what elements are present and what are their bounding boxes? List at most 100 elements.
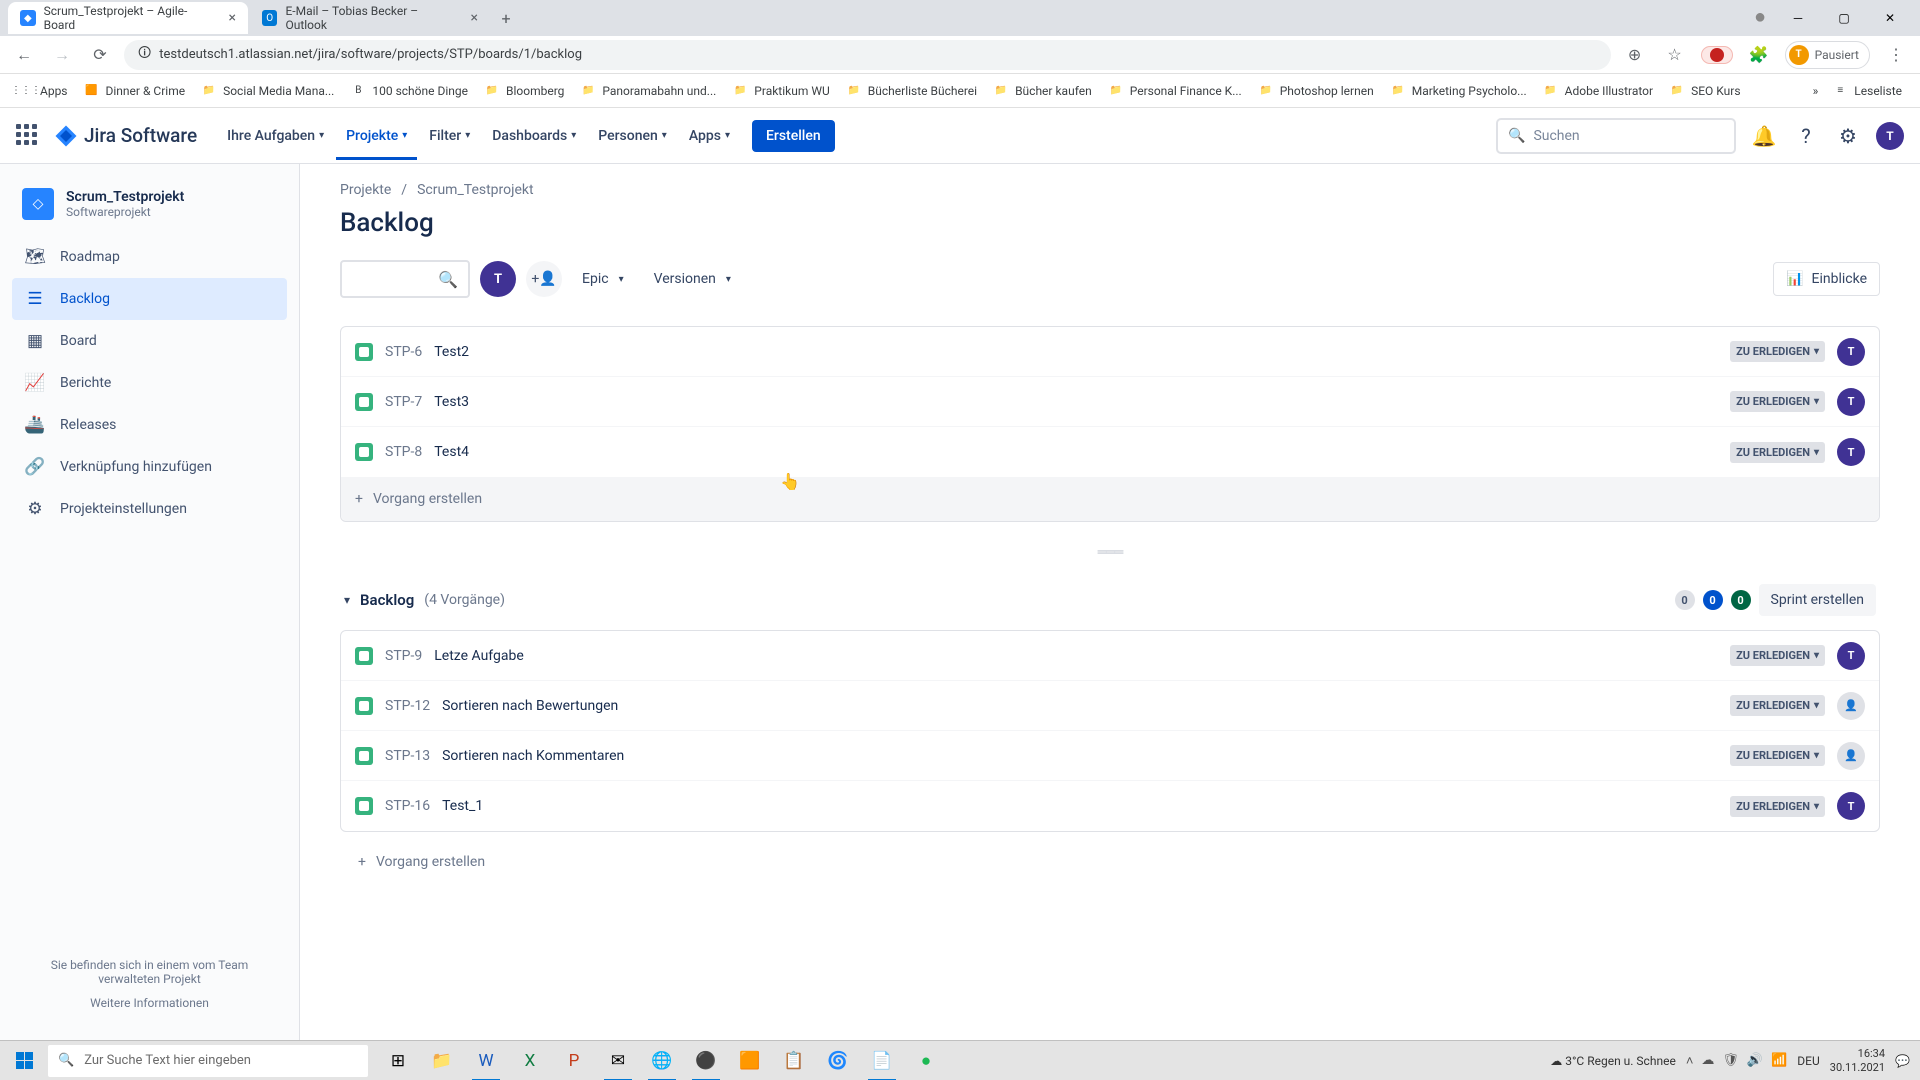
issue-row[interactable]: STP-12 Sortieren nach Bewertungen ZU ERL… — [341, 681, 1879, 731]
status-badge[interactable]: ZU ERLEDIGEN ▾ — [1730, 442, 1825, 463]
bookmark-item[interactable]: 📁Bücher kaufen — [985, 79, 1100, 103]
word-icon[interactable]: W — [464, 1041, 508, 1080]
unassigned-avatar[interactable]: 👤 — [1837, 742, 1865, 770]
create-button[interactable]: Erstellen — [752, 120, 835, 152]
assignee-avatar[interactable]: T — [1837, 642, 1865, 670]
assignee-avatar[interactable]: T — [1837, 438, 1865, 466]
unassigned-avatar[interactable]: 👤 — [1837, 692, 1865, 720]
breadcrumb-item[interactable]: Projekte — [340, 182, 391, 198]
system-tray[interactable]: ˄☁🛡🔊📶 — [1686, 1053, 1787, 1069]
nav-projekte[interactable]: Projekte▾ — [336, 112, 417, 160]
bookmark-item[interactable]: 📁Photoshop lernen — [1250, 79, 1382, 103]
issue-row[interactable]: STP-6 Test2 ZU ERLEDIGEN ▾ T — [341, 327, 1879, 377]
close-icon[interactable]: × — [229, 10, 236, 26]
assignee-avatar[interactable]: T — [1837, 388, 1865, 416]
sidebar-item-releases[interactable]: 🚢Releases — [12, 404, 287, 446]
notifications-icon[interactable]: 🔔 — [1750, 124, 1778, 148]
app-icon[interactable]: 📄 — [860, 1041, 904, 1080]
issue-key[interactable]: STP-13 — [385, 748, 430, 764]
sidebar-footer-link[interactable]: Weitere Informationen — [22, 996, 277, 1010]
create-issue-button[interactable]: + Vorgang erstellen — [341, 477, 1879, 521]
status-badge[interactable]: ZU ERLEDIGEN ▾ — [1730, 645, 1825, 666]
sidebar-item-verknüpfung-hinzufügen[interactable]: 🔗Verknüpfung hinzufügen — [12, 446, 287, 488]
obs-icon[interactable]: ⚫ — [684, 1041, 728, 1080]
explorer-icon[interactable]: 📁 — [420, 1041, 464, 1080]
spotify-icon[interactable]: ● — [904, 1041, 948, 1080]
issue-row[interactable]: STP-7 Test3 ZU ERLEDIGEN ▾ T — [341, 377, 1879, 427]
sidebar-item-backlog[interactable]: ☰Backlog — [12, 278, 287, 320]
issue-key[interactable]: STP-16 — [385, 798, 430, 814]
sidebar-item-berichte[interactable]: 📈Berichte — [12, 362, 287, 404]
status-badge[interactable]: ZU ERLEDIGEN ▾ — [1730, 745, 1825, 766]
assignee-avatar[interactable]: T — [1837, 792, 1865, 820]
issue-row[interactable]: STP-13 Sortieren nach Kommentaren ZU ERL… — [341, 731, 1879, 781]
back-icon[interactable]: ← — [10, 45, 38, 65]
close-icon[interactable]: × — [471, 10, 478, 26]
create-sprint-button[interactable]: Sprint erstellen — [1759, 584, 1876, 616]
nav-personen[interactable]: Personen▾ — [588, 112, 677, 160]
add-person-button[interactable]: +👤 — [526, 261, 562, 297]
reload-icon[interactable]: ⟳ — [86, 45, 114, 64]
sidebar-item-board[interactable]: ▦Board — [12, 320, 287, 362]
issue-key[interactable]: STP-9 — [385, 648, 422, 664]
nav-filter[interactable]: Filter▾ — [419, 112, 480, 160]
profile-pill[interactable]: TPausiert — [1785, 41, 1870, 69]
extensions-icon[interactable]: 🧩 — [1745, 45, 1773, 64]
browser-tab[interactable]: O E-Mail – Tobias Becker – Outlook × — [250, 2, 490, 34]
issue-key[interactable]: STP-8 — [385, 444, 422, 460]
bookmark-item[interactable]: 📁Bloomberg — [476, 79, 572, 103]
bookmark-item[interactable]: 📁Bücherliste Bücherei — [838, 79, 985, 103]
epic-filter[interactable]: Epic▾ — [572, 263, 634, 295]
bookmark-item[interactable]: 🟧Dinner & Crime — [76, 79, 194, 103]
forward-icon[interactable]: → — [48, 45, 76, 65]
mail-icon[interactable]: ✉ — [596, 1041, 640, 1080]
bookmark-item[interactable]: 📁Panoramabahn und... — [572, 79, 724, 103]
section-divider[interactable]: ═══ — [340, 530, 1880, 574]
breadcrumb-item[interactable]: Scrum_Testprojekt — [417, 182, 534, 198]
issue-key[interactable]: STP-7 — [385, 394, 422, 410]
sidebar-item-roadmap[interactable]: 🗺Roadmap — [12, 236, 287, 278]
settings-icon[interactable]: ⚙ — [1834, 124, 1862, 148]
app-switcher-icon[interactable] — [16, 124, 40, 148]
nav-ihre aufgaben[interactable]: Ihre Aufgaben▾ — [217, 112, 334, 160]
search-input[interactable]: 🔍 Suchen — [1496, 118, 1736, 154]
nav-dashboards[interactable]: Dashboards▾ — [482, 112, 586, 160]
language-indicator[interactable]: DEU — [1797, 1054, 1819, 1068]
edge-icon[interactable]: 🌀 — [816, 1041, 860, 1080]
bookmark-item[interactable]: 📁Praktikum WU — [724, 79, 837, 103]
insights-button[interactable]: 📊Einblicke — [1773, 262, 1880, 296]
bookmark-item[interactable]: 📁Adobe Illustrator — [1535, 79, 1661, 103]
issue-row[interactable]: STP-16 Test_1 ZU ERLEDIGEN ▾ T — [341, 781, 1879, 831]
reading-list-button[interactable]: ≡Leseliste — [1824, 79, 1910, 103]
issue-key[interactable]: STP-6 — [385, 344, 422, 360]
status-badge[interactable]: ZU ERLEDIGEN ▾ — [1730, 695, 1825, 716]
star-icon[interactable]: ☆ — [1661, 45, 1689, 64]
issue-key[interactable]: STP-12 — [385, 698, 430, 714]
bookmarks-overflow[interactable]: » — [1813, 84, 1819, 98]
taskbar-search[interactable]: 🔍Zur Suche Text hier eingeben — [48, 1045, 368, 1077]
nav-apps[interactable]: Apps▾ — [679, 112, 740, 160]
excel-icon[interactable]: X — [508, 1041, 552, 1080]
bookmark-item[interactable]: B100 schöne Dinge — [342, 79, 476, 103]
board-search-input[interactable]: 🔍 — [340, 260, 470, 298]
create-issue-button[interactable]: + Vorgang erstellen — [340, 840, 1880, 884]
versions-filter[interactable]: Versionen▾ — [644, 263, 741, 295]
clock[interactable]: 16:34 30.11.2021 — [1830, 1047, 1885, 1073]
chrome-menu-icon[interactable]: ● — [1746, 4, 1774, 32]
chrome-icon[interactable]: 🌐 — [640, 1041, 684, 1080]
app-icon[interactable]: 📋 — [772, 1041, 816, 1080]
status-badge[interactable]: ZU ERLEDIGEN ▾ — [1730, 341, 1825, 362]
close-window-button[interactable]: ✕ — [1868, 4, 1912, 32]
browser-tab-active[interactable]: ◆ Scrum_Testprojekt – Agile-Board × — [8, 2, 248, 34]
project-header[interactable]: ◇ Scrum_Testprojekt Softwareprojekt — [12, 184, 287, 236]
status-badge[interactable]: ZU ERLEDIGEN ▾ — [1730, 796, 1825, 817]
adblock-icon[interactable] — [1701, 46, 1733, 64]
bookmark-item[interactable]: ⋮⋮⋮Apps — [10, 79, 76, 103]
bookmark-item[interactable]: 📁Marketing Psycholo... — [1382, 79, 1535, 103]
assignee-filter-avatar[interactable]: T — [480, 261, 516, 297]
app-icon[interactable]: 🟧 — [728, 1041, 772, 1080]
bookmark-item[interactable]: 📁SEO Kurs — [1661, 79, 1748, 103]
minimize-button[interactable]: ─ — [1776, 4, 1820, 32]
start-button[interactable] — [0, 1041, 48, 1080]
new-tab-button[interactable]: + — [492, 4, 520, 32]
